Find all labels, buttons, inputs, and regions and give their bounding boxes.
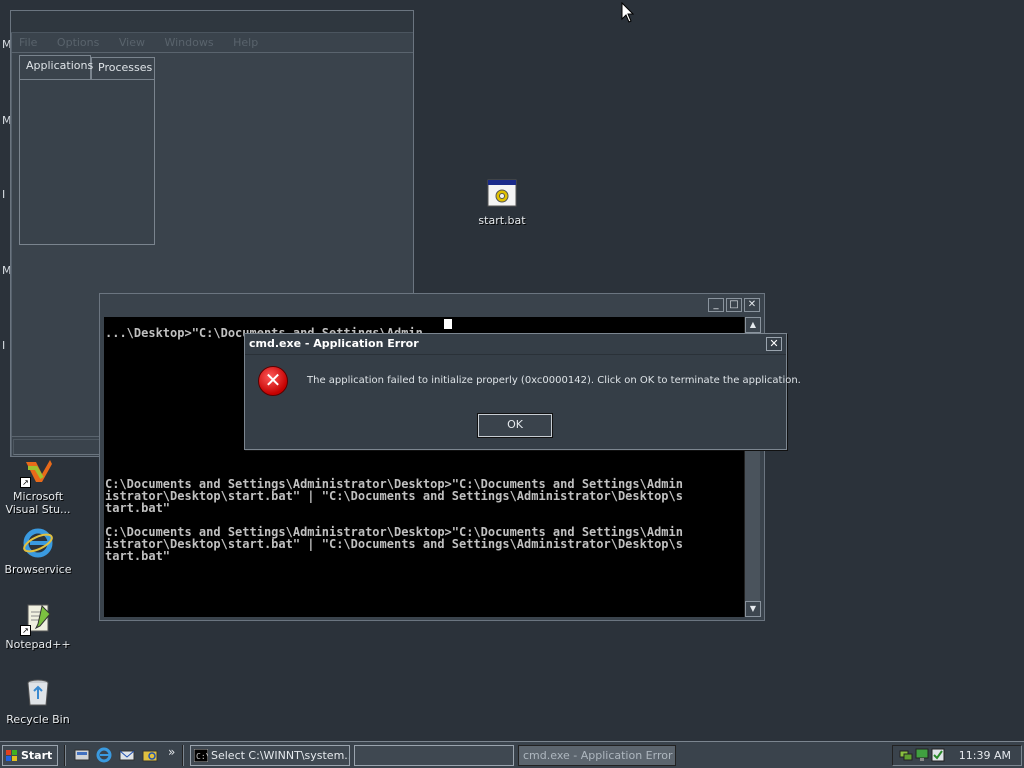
- desktop-icon-label-partial: I: [2, 339, 6, 352]
- desktop-icon-notepad-plus[interactable]: ↗ Notepad++: [0, 602, 76, 651]
- monitor-icon[interactable]: [915, 748, 929, 762]
- desktop-icon-label: Browservice: [4, 563, 72, 576]
- menu-windows[interactable]: Windows: [164, 36, 213, 49]
- tab-processes[interactable]: Processes: [91, 57, 155, 79]
- internet-explorer-icon: [22, 527, 54, 559]
- error-message: The application failed to initialize pro…: [307, 375, 801, 386]
- application-error-dialog: cmd.exe - Application Error ✕ ✕ The appl…: [244, 333, 801, 450]
- applications-panel: [19, 79, 155, 245]
- outlook-express-icon[interactable]: [119, 747, 135, 763]
- security-icon[interactable]: [931, 748, 945, 762]
- minimize-button[interactable]: _: [708, 298, 724, 312]
- window-controls: _ □ ✕: [706, 297, 760, 312]
- start-button[interactable]: Start: [2, 745, 58, 766]
- desktop-icon-label: Microsoft Visual Stu...: [5, 490, 71, 516]
- tab-applications[interactable]: Applications: [19, 55, 93, 79]
- task-manager-titlebar[interactable]: [11, 11, 413, 33]
- mouse-pointer-icon: [621, 2, 635, 23]
- recycle-bin-icon: [22, 677, 54, 709]
- notepad-plus-icon: ↗: [20, 602, 54, 636]
- dialog-close-button[interactable]: ✕: [766, 337, 782, 351]
- close-button[interactable]: ✕: [744, 298, 760, 312]
- maximize-button[interactable]: □: [726, 298, 742, 312]
- show-desktop-icon[interactable]: [74, 747, 90, 763]
- explorer-icon[interactable]: [142, 747, 158, 763]
- system-tray: 11:39 AM: [892, 745, 1022, 766]
- desktop-icon-recycle-bin[interactable]: Recycle Bin: [0, 677, 76, 726]
- desktop-icon-visual-studio[interactable]: ↗ Microsoft Visual Stu...: [0, 454, 76, 516]
- task-button-label: cmd.exe - Application Error: [523, 749, 673, 762]
- desktop-icon-start-bat[interactable]: start.bat: [464, 178, 540, 227]
- batch-file-icon: [486, 178, 518, 210]
- shortcut-arrow-icon: ↗: [20, 625, 31, 636]
- scroll-up-button[interactable]: ▲: [745, 317, 761, 333]
- start-label: Start: [21, 749, 53, 762]
- task-button-application-error[interactable]: cmd.exe - Application Error: [518, 745, 676, 766]
- console-line: istrator\Desktop\start.bat" | "C:\Docume…: [105, 489, 683, 503]
- task-button-task-manager[interactable]: [354, 745, 514, 766]
- error-icon: ✕: [258, 366, 288, 396]
- desktop-icon-label-partial: I: [2, 188, 6, 201]
- status-cell: [13, 439, 109, 455]
- console-cursor: [444, 319, 452, 329]
- scroll-down-button[interactable]: ▼: [745, 601, 761, 617]
- menu-view[interactable]: View: [119, 36, 145, 49]
- svg-text:C:\: C:\: [196, 752, 208, 761]
- task-manager-menubar: File Options View Windows Help: [11, 33, 413, 53]
- console-line: istrator\Desktop\start.bat" | "C:\Docume…: [105, 537, 683, 551]
- desktop-icon-label: start.bat: [478, 214, 526, 227]
- taskbar-separator: [64, 745, 66, 766]
- task-button-command-prompt[interactable]: C:\ Select C:\WINNT\system...: [190, 745, 350, 766]
- windows-logo-icon: [6, 750, 17, 761]
- command-prompt-titlebar[interactable]: _ □ ✕: [100, 294, 764, 316]
- task-button-label: Select C:\WINNT\system...: [211, 749, 350, 762]
- network-icon[interactable]: [899, 748, 913, 762]
- shortcut-arrow-icon: ↗: [20, 477, 31, 488]
- taskbar: Start » C:\ Select C:\WINNT\system... cm…: [0, 741, 1024, 768]
- menu-options[interactable]: Options: [57, 36, 99, 49]
- console-line: tart.bat": [105, 501, 171, 515]
- menu-file[interactable]: File: [19, 36, 37, 49]
- internet-explorer-icon[interactable]: [96, 747, 112, 763]
- console-line: tart.bat": [105, 549, 171, 563]
- menu-help[interactable]: Help: [233, 36, 258, 49]
- quicklaunch-overflow-button[interactable]: »: [168, 745, 175, 759]
- desktop-icon-label: Recycle Bin: [6, 713, 70, 726]
- desktop-icon-browservice[interactable]: Browservice: [0, 527, 76, 576]
- command-prompt-icon: C:\: [194, 749, 208, 762]
- ok-button[interactable]: OK: [477, 413, 553, 438]
- clock[interactable]: 11:39 AM: [959, 749, 1011, 762]
- console-line: [105, 460, 163, 472]
- visual-studio-icon: ↗: [20, 454, 54, 488]
- desktop-icon-label: Notepad++: [5, 638, 71, 651]
- dialog-title[interactable]: cmd.exe - Application Error: [245, 334, 786, 355]
- taskbar-separator: [182, 745, 184, 766]
